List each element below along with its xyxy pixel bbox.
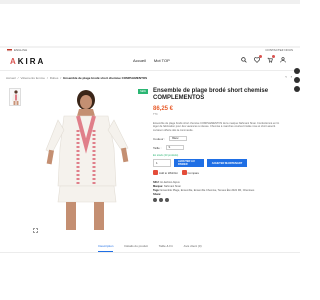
quantity-input[interactable]: 1 [153, 159, 171, 168]
breadcrumb: Accueil / Vêtements femme / Robes / Ense… [6, 76, 148, 80]
cart-widget-icon[interactable] [294, 86, 300, 92]
tab-size-fit[interactable]: Taille & Fit [159, 244, 173, 252]
add-to-cart-button[interactable]: AJOUTER AU PANIER [174, 159, 204, 168]
search-icon[interactable] [240, 56, 247, 63]
product-pager: ‹ › [285, 74, 292, 79]
product-meta: SKU: Iot-fashion-bijoux Marque: Nahmani … [153, 181, 293, 203]
new-badge: NEW [138, 89, 148, 94]
brand-link[interactable]: Nahmani Sinai [164, 185, 181, 188]
product-tabs: Description Détails du produit Taille & … [0, 244, 300, 252]
facebook-icon[interactable] [153, 198, 157, 203]
buy-now-button[interactable]: ACHETER MAINTENANT [207, 159, 247, 168]
tabs-divider [0, 252, 300, 253]
chat-icon[interactable] [294, 68, 300, 74]
secondary-actions: Add to Wishlist Compare [153, 170, 293, 176]
tab-reviews[interactable]: Avis client (0) [184, 244, 202, 252]
compare-button[interactable]: Compare [181, 170, 199, 176]
pinterest-icon[interactable] [165, 198, 169, 203]
color-row: Couleur : Blanc [153, 136, 293, 142]
next-product-button[interactable]: › [291, 74, 292, 79]
product-main-image[interactable] [34, 86, 142, 232]
language-selector[interactable]: ENGLISH [7, 47, 27, 53]
nav-item-top[interactable]: Mot TOP [154, 58, 170, 63]
size-row: Taille : S [153, 145, 293, 151]
breadcrumb-current: Ensemble de plage brodé short chemise CO… [63, 76, 148, 80]
site-logo[interactable]: AKIRA [10, 57, 45, 66]
header-icons [240, 55, 286, 63]
product-info: Ensemble de plage brodé short chemise CO… [153, 88, 293, 203]
color-select[interactable]: Blanc [169, 136, 188, 142]
main-nav: Accueil Mot TOP [133, 58, 170, 63]
size-select[interactable]: S [165, 145, 184, 151]
share-line: Share: [153, 193, 293, 203]
heart-icon [153, 170, 158, 176]
heart-icon[interactable] [253, 55, 262, 63]
language-label: ENGLISH [14, 48, 28, 52]
header-divider [0, 70, 300, 71]
compare-icon [181, 170, 187, 176]
user-icon[interactable] [279, 56, 286, 63]
product-title: Ensemble de plage brodé short chemise CO… [153, 88, 269, 101]
social-icons [153, 198, 293, 203]
tax-label: TTC [153, 113, 158, 116]
zoom-icon[interactable] [33, 228, 38, 235]
flag-icon [7, 48, 12, 52]
size-label: Taille : [153, 145, 162, 150]
compare-list-icon[interactable] [294, 77, 300, 83]
product-thumbnail[interactable] [9, 88, 21, 106]
tab-description[interactable]: Description [98, 244, 114, 252]
top-bar [0, 0, 300, 4]
breadcrumb-category[interactable]: Vêtements femme [21, 76, 45, 80]
prev-product-button[interactable]: ‹ [285, 74, 286, 79]
stock-status: En stock (43 produits) [153, 154, 179, 158]
contact-link[interactable]: CONTACTEZ NOUS [265, 47, 293, 53]
floating-side-widgets [294, 68, 300, 95]
color-label: Couleur : [153, 136, 166, 141]
wishlist-button[interactable]: Add to Wishlist [153, 170, 178, 176]
breadcrumb-subcategory[interactable]: Robes [50, 76, 59, 80]
nav-item-home[interactable]: Accueil [133, 58, 146, 63]
purchase-row: 1 AJOUTER AU PANIER ACHETER MAINTENANT [153, 159, 293, 168]
breadcrumb-home[interactable]: Accueil [6, 76, 16, 80]
twitter-icon[interactable] [159, 198, 163, 203]
tab-product-details[interactable]: Détails du produit [124, 244, 147, 252]
product-description: Ensemble de plage brodé short chemise CO… [153, 122, 280, 132]
product-price: 86,25 € [153, 106, 174, 112]
cart-icon[interactable] [266, 55, 275, 63]
contact-label: CONTACTEZ NOUS [265, 48, 293, 52]
utility-strip [0, 46, 300, 48]
